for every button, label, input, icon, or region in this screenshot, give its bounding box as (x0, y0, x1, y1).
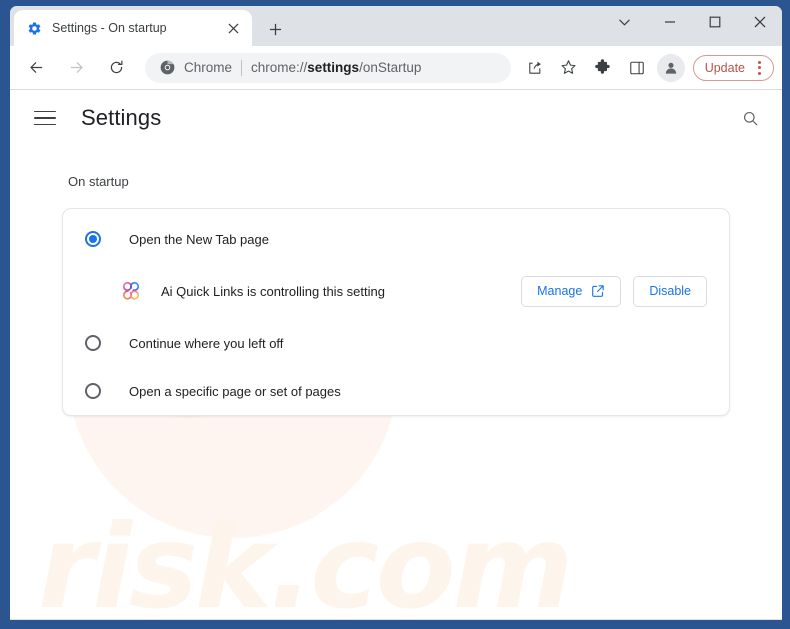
maximize-button[interactable] (692, 6, 737, 38)
ai-quick-links-icon (121, 281, 141, 301)
omnibox-url-host: settings (307, 60, 360, 75)
radio-indicator-selected[interactable] (85, 231, 101, 247)
manage-button[interactable]: Manage (521, 275, 622, 307)
omnibox-scheme-label: Chrome (184, 60, 233, 75)
window-controls (602, 6, 782, 46)
search-icon[interactable] (736, 104, 764, 132)
omnibox-url-path: /onStartup (359, 60, 422, 75)
address-bar[interactable]: Chrome chrome://settings/onStartup (145, 52, 511, 83)
extensions-puzzle-icon[interactable] (589, 54, 617, 82)
radio-indicator[interactable] (85, 335, 101, 351)
tab-close-icon[interactable] (223, 18, 243, 38)
extension-control-notice: Ai Quick Links is controlling this setti… (63, 263, 729, 319)
radio-option-specific-pages[interactable]: Open a specific page or set of pages (63, 367, 729, 415)
radio-option-continue[interactable]: Continue where you left off (63, 319, 729, 367)
bookmark-star-icon[interactable] (555, 54, 583, 82)
share-icon[interactable] (521, 54, 549, 82)
browser-window: Settings - On startup Chrome chrome://se… (0, 0, 790, 629)
extension-notice-actions: Manage Disable (521, 275, 707, 307)
settings-content: On startup Open the New Tab page Ai Quic… (10, 174, 782, 416)
radio-option-label: Open a specific page or set of pages (129, 383, 341, 399)
radio-option-label: Open the New Tab page (129, 231, 269, 247)
new-tab-button[interactable] (262, 16, 288, 42)
settings-page: PC risk.com Settings On startup (10, 90, 782, 619)
gear-icon (26, 20, 42, 36)
hamburger-menu-icon[interactable] (34, 107, 56, 129)
tab-search-button[interactable] (602, 6, 647, 38)
back-button[interactable] (21, 53, 51, 83)
side-panel-icon[interactable] (623, 54, 651, 82)
radio-indicator[interactable] (85, 383, 101, 399)
external-link-icon (591, 284, 605, 298)
extension-notice-text: Ai Quick Links is controlling this setti… (161, 283, 385, 299)
omnibox-url-prefix: chrome:// (251, 60, 308, 75)
section-title: On startup (68, 174, 129, 189)
omnibox-url: chrome://settings/onStartup (251, 60, 421, 75)
tab-title: Settings - On startup (52, 21, 167, 35)
chrome-icon (159, 60, 175, 76)
radio-option-label: Continue where you left off (129, 335, 284, 351)
disable-button[interactable]: Disable (633, 275, 707, 307)
minimize-button[interactable] (647, 6, 692, 38)
manage-button-label: Manage (537, 284, 583, 298)
profile-avatar[interactable] (656, 53, 685, 82)
reload-button[interactable] (101, 53, 131, 83)
page-title: Settings (81, 105, 162, 130)
browser-window-inner: Settings - On startup Chrome chrome://se… (10, 6, 782, 620)
settings-header: Settings (10, 90, 782, 146)
radio-option-new-tab[interactable]: Open the New Tab page (63, 209, 729, 263)
on-startup-card: Open the New Tab page Ai Quick Links is … (62, 208, 730, 416)
omnibox-divider (241, 59, 243, 76)
browser-toolbar: Chrome chrome://settings/onStartup Updat… (10, 46, 782, 90)
tab-strip: Settings - On startup (10, 6, 782, 46)
watermark-bottom-text: risk.com (38, 500, 574, 620)
tab-settings[interactable]: Settings - On startup (14, 10, 252, 46)
disable-button-label: Disable (649, 284, 691, 298)
forward-button[interactable] (61, 53, 91, 83)
chrome-menu-kebab-icon[interactable] (752, 60, 766, 75)
update-button-label: Update (704, 60, 745, 75)
update-button[interactable]: Update (692, 54, 774, 81)
close-button[interactable] (737, 6, 782, 38)
